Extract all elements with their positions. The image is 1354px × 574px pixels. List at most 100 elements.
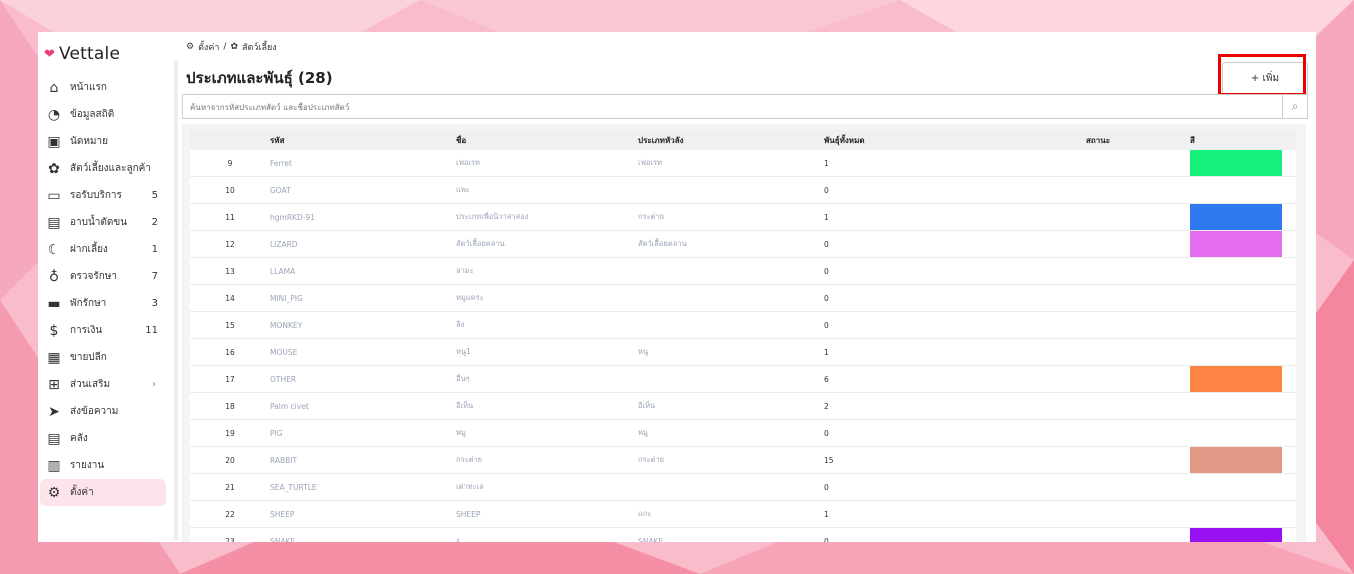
table-row[interactable]: 21 SEA_TURTLE เต่าทะเล 0 — [190, 473, 1296, 501]
cell-status — [1086, 500, 1190, 528]
cell-count: 0 — [824, 230, 1086, 258]
cell-count: 0 — [824, 284, 1086, 312]
sidebar-item-count: 3 — [151, 298, 158, 309]
sidebar-divider — [174, 60, 178, 540]
sidebar-item-15[interactable]: ⚙ ตั้งค่า — [40, 479, 166, 506]
sidebar-item-1[interactable]: ◔ ข้อมูลสถิติ — [40, 101, 166, 128]
table-row[interactable]: 15 MONKEY ลิง 0 — [190, 311, 1296, 339]
bed-icon: ▬ — [47, 295, 61, 312]
report-icon: ▥ — [47, 457, 61, 474]
table-row[interactable]: 9 Ferret เฟอเรท เฟอเรท 1 — [190, 150, 1296, 177]
cell-name: SHEEP — [456, 500, 638, 528]
color-swatch — [1190, 528, 1282, 542]
sidebar-item-6[interactable]: ☾ ฝากเลี้ยง 1 — [40, 236, 166, 263]
sidebar-item-label: สัตว์เลี้ยงและลูกค้า — [70, 163, 151, 174]
table-row[interactable]: 18 Palm civet อีเห็น อีเห็น 2 — [190, 392, 1296, 420]
sidebar-item-10[interactable]: ▦ ขายปลีก — [40, 344, 166, 371]
cell-count: 0 — [824, 419, 1086, 447]
sidebar-item-count: 1 — [151, 244, 158, 255]
cell-main: กระต่าย — [638, 446, 824, 474]
breadcrumb: ⚙ ตั้งค่า / ✿ สัตว์เลี้ยง — [186, 40, 277, 54]
breadcrumb-current: สัตว์เลี้ยง — [242, 43, 277, 53]
cell-color — [1190, 284, 1296, 312]
sidebar-item-label: ตั้งค่า — [70, 487, 94, 498]
cell-count: 1 — [824, 203, 1086, 231]
sidebar-item-4[interactable]: ▭ รอรับบริการ 5 — [40, 182, 166, 209]
cell-main: กระต่าย — [638, 203, 824, 231]
table-row[interactable]: 22 SHEEP SHEEP แกะ 1 — [190, 500, 1296, 528]
sidebar-item-3[interactable]: ✿ สัตว์เลี้ยงและลูกค้า — [40, 155, 166, 182]
column-header[interactable]: ประเภทหัวลัง — [638, 130, 824, 150]
search-button[interactable]: ⌕ — [1282, 94, 1308, 119]
cell-name: หมูแคระ — [456, 284, 638, 312]
cell-no: 19 — [190, 419, 270, 447]
sidebar-item-label: คลัง — [70, 433, 88, 444]
cell-status — [1086, 473, 1190, 501]
column-header[interactable]: รหัส — [270, 130, 456, 150]
sidebar-item-label: ข้อมูลสถิติ — [70, 109, 115, 120]
sidebar-item-7[interactable]: ♁ ตรวจรักษา 7 — [40, 263, 166, 290]
sidebar-item-label: อาบน้ำตัดขน — [70, 217, 128, 228]
sidebar-item-14[interactable]: ▥ รายงาน — [40, 452, 166, 479]
table-row[interactable]: 13 LLAMA ลามะ 0 — [190, 257, 1296, 285]
sidebar-item-label: พักรักษา — [70, 298, 107, 309]
color-swatch — [1190, 366, 1282, 392]
cell-color — [1190, 338, 1296, 366]
column-header[interactable]: พันธุ์ทั้งหมด — [824, 130, 1086, 150]
sidebar-item-12[interactable]: ➤ ส่งข้อความ — [40, 398, 166, 425]
cell-name: แพะ — [456, 176, 638, 204]
sidebar-item-label: หน้าแรก — [70, 82, 107, 93]
sidebar-item-label: ตรวจรักษา — [70, 271, 117, 282]
table-row[interactable]: 12 LIZARD สัตว์เลื้อยคลาน สัตว์เลื้อยคลาน 0 — [190, 230, 1296, 258]
cell-code: RABBIT — [270, 446, 456, 474]
cashier-icon: ▦ — [47, 349, 61, 366]
page-title: ประเภทและพันธุ์ (28) — [186, 69, 333, 87]
cell-no: 20 — [190, 446, 270, 474]
table-row[interactable]: 19 PIG หมู หมู 0 — [190, 419, 1296, 447]
waiting-icon: ▭ — [47, 187, 61, 204]
cell-no: 11 — [190, 203, 270, 231]
sidebar-item-9[interactable]: $ การเงิน 11 — [40, 317, 166, 344]
column-header[interactable]: สี — [1190, 130, 1296, 150]
brand-logo[interactable]: ❤ Vettale — [44, 44, 120, 64]
table-row[interactable]: 11 hgmRKD-91 ประเภทเพื่อนิวาสาสอง กระต่าย 1 — [190, 203, 1296, 231]
cell-color — [1190, 176, 1296, 204]
cell-code: MOUSE — [270, 338, 456, 366]
brand-name: Vettale — [59, 44, 121, 64]
table-row[interactable]: 10 GOAT แพะ 0 — [190, 176, 1296, 204]
sidebar-item-8[interactable]: ▬ พักรักษา 3 — [40, 290, 166, 317]
cell-name: งู — [456, 527, 638, 542]
table-row[interactable]: 14 MINI_PIG หมูแคระ 0 — [190, 284, 1296, 312]
app-window: ❤ Vettale ⌂ หน้าแรก ◔ ข้อมูลสถิติ ▣ นัดหมาย ✿ ส… — [38, 32, 1316, 542]
table-row[interactable]: 23 SNAKE งู SNAKE 0 — [190, 527, 1296, 542]
cell-code: OTHER — [270, 365, 456, 393]
cell-status — [1086, 150, 1190, 177]
table-row[interactable]: 16 MOUSE หนู1 หนู 1 — [190, 338, 1296, 366]
sidebar-item-2[interactable]: ▣ นัดหมาย — [40, 128, 166, 155]
cell-name: สัตว์เลื้อยคลาน — [456, 230, 638, 258]
cell-count: 2 — [824, 392, 1086, 420]
cell-color — [1190, 150, 1296, 177]
cell-code: SEA_TURTLE — [270, 473, 456, 501]
column-header[interactable]: ชื่อ — [456, 130, 638, 150]
cell-count: 6 — [824, 365, 1086, 393]
cell-color — [1190, 473, 1296, 501]
table-row[interactable]: 17 OTHER อื่นๆ 6 — [190, 365, 1296, 393]
cell-count: 0 — [824, 176, 1086, 204]
sidebar-item-5[interactable]: ▤ อาบน้ำตัดขน 2 — [40, 209, 166, 236]
cell-no: 16 — [190, 338, 270, 366]
breadcrumb-root[interactable]: ตั้งค่า — [198, 40, 219, 54]
search-input[interactable] — [183, 96, 1282, 119]
cell-name: อื่นๆ — [456, 365, 638, 393]
column-header[interactable]: สถานะ — [1086, 130, 1190, 150]
sidebar-item-label: ส่วนเสริม — [70, 379, 111, 390]
cell-status — [1086, 230, 1190, 258]
sidebar-item-13[interactable]: ▤ คลัง — [40, 425, 166, 452]
column-header[interactable] — [190, 130, 270, 150]
cell-no: 15 — [190, 311, 270, 339]
cell-name: อีเห็น — [456, 392, 638, 420]
sidebar-item-11[interactable]: ⊞ ส่วนเสริม › — [40, 371, 166, 398]
table-row[interactable]: 20 RABBIT กระต่าย กระต่าย 15 — [190, 446, 1296, 474]
paw-icon: ✿ — [230, 42, 238, 52]
sidebar-item-0[interactable]: ⌂ หน้าแรก — [40, 74, 166, 101]
